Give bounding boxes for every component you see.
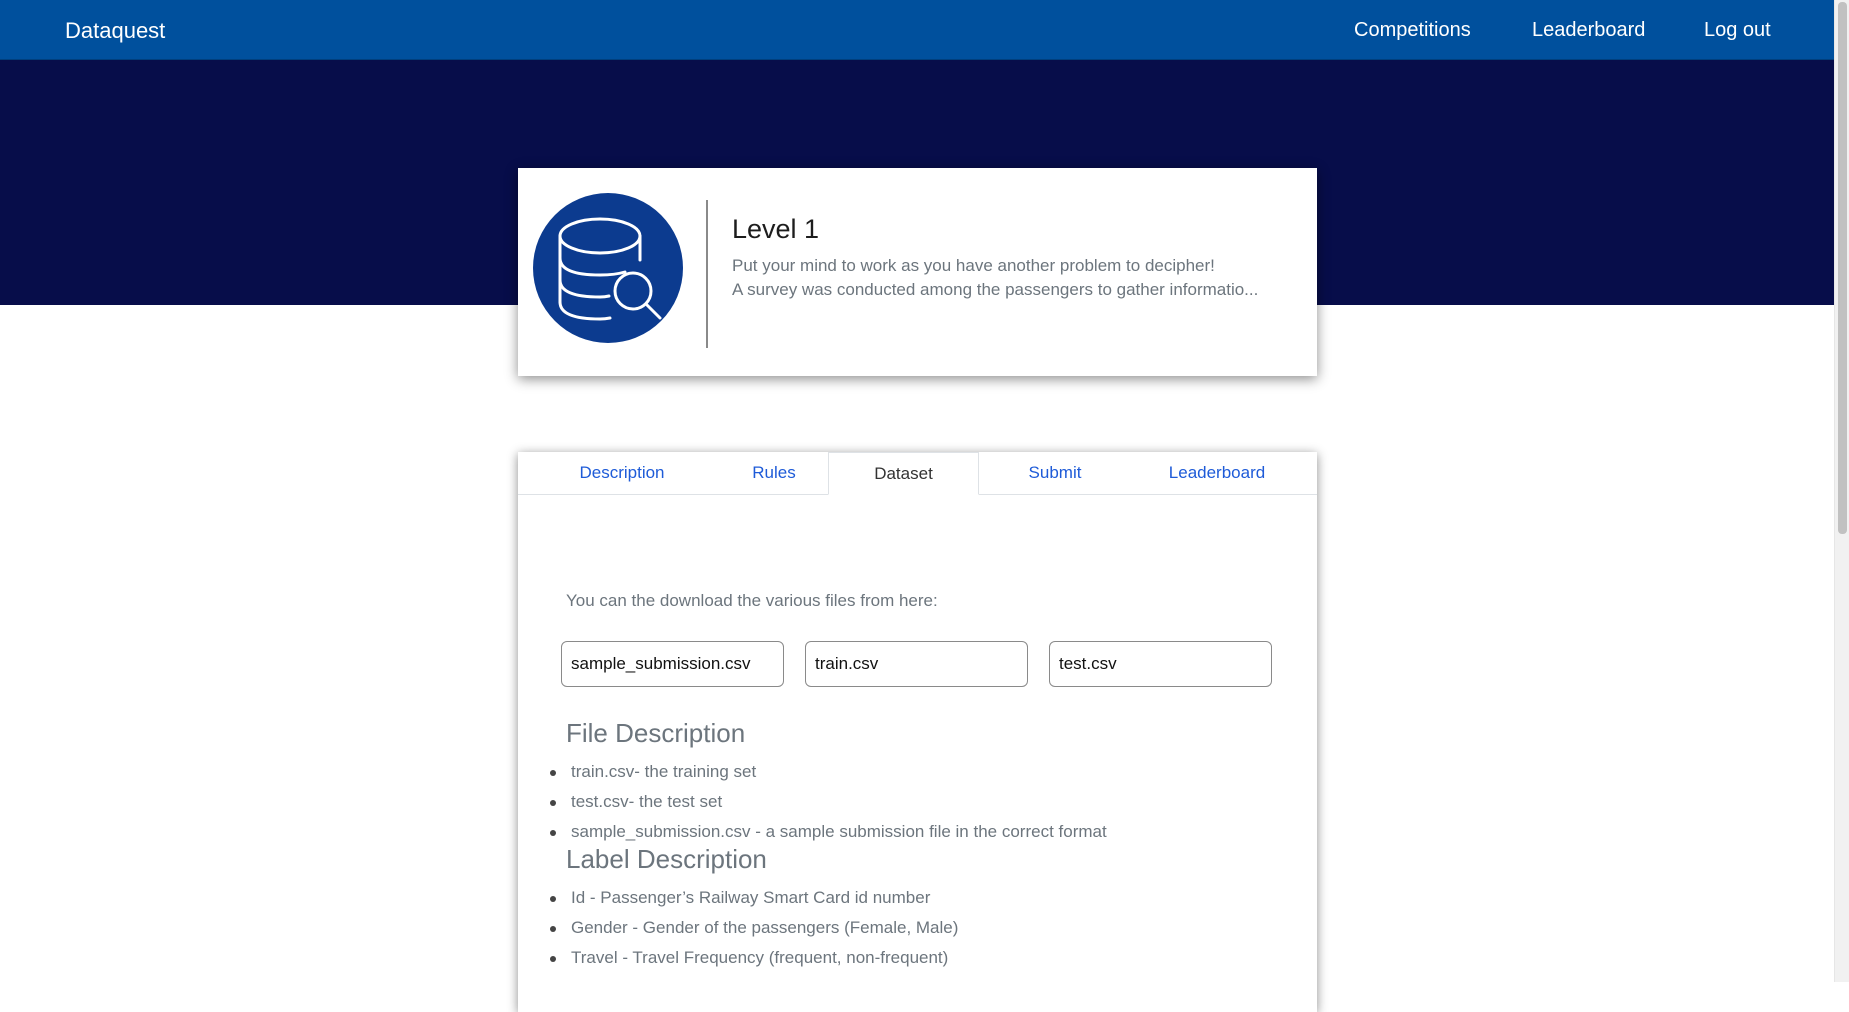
download-intro-text: You can the download the various files f… bbox=[566, 591, 938, 610]
tab-description[interactable]: Description bbox=[546, 452, 698, 494]
database-search-icon bbox=[533, 193, 683, 343]
list-item: sample_submission.csv - a sample submiss… bbox=[550, 817, 1269, 847]
competition-header-card: Level 1 Put your mind to work as you hav… bbox=[518, 168, 1317, 376]
competition-content-card: Description Rules Dataset Submit Leaderb… bbox=[518, 452, 1317, 1012]
file-description-list: train.csv- the training set test.csv- th… bbox=[550, 757, 1269, 847]
competition-tabs: Description Rules Dataset Submit Leaderb… bbox=[518, 452, 1317, 495]
label-description-list: Id - Passenger’s Railway Smart Card id n… bbox=[550, 883, 1269, 973]
scrollbar-thumb[interactable] bbox=[1838, 2, 1847, 534]
download-test-button[interactable]: test.csv bbox=[1049, 641, 1272, 687]
summary-line-2: A survey was conducted among the passeng… bbox=[732, 280, 1259, 299]
download-train-button[interactable]: train.csv bbox=[805, 641, 1028, 687]
list-item: test.csv- the test set bbox=[550, 787, 1269, 817]
nav-logout-link[interactable]: Log out bbox=[1704, 19, 1771, 42]
tab-leaderboard[interactable]: Leaderboard bbox=[1131, 452, 1303, 494]
top-navbar: Dataquest Competitions Leaderboard Log o… bbox=[0, 0, 1834, 60]
brand-logo-link[interactable]: Dataquest bbox=[65, 18, 165, 44]
file-description-heading: File Description bbox=[566, 718, 746, 748]
competition-title: Level 1 bbox=[732, 214, 820, 244]
tab-submit[interactable]: Submit bbox=[979, 452, 1131, 494]
page-scrollbar[interactable] bbox=[1834, 0, 1849, 982]
nav-leaderboard-link[interactable]: Leaderboard bbox=[1532, 19, 1645, 42]
competition-summary: Put your mind to work as you have anothe… bbox=[732, 254, 1298, 302]
tab-dataset[interactable]: Dataset bbox=[828, 452, 979, 495]
download-sample-submission-button[interactable]: sample_submission.csv bbox=[561, 641, 784, 687]
list-item: Travel - Travel Frequency (frequent, non… bbox=[550, 943, 1269, 973]
list-item: train.csv- the training set bbox=[550, 757, 1269, 787]
summary-line-1: Put your mind to work as you have anothe… bbox=[732, 256, 1215, 275]
list-item: Id - Passenger’s Railway Smart Card id n… bbox=[550, 883, 1269, 913]
label-description-heading: Label Description bbox=[566, 844, 767, 874]
header-divider bbox=[706, 200, 708, 348]
nav-competitions-link[interactable]: Competitions bbox=[1354, 19, 1471, 42]
list-item: Gender - Gender of the passengers (Femal… bbox=[550, 913, 1269, 943]
